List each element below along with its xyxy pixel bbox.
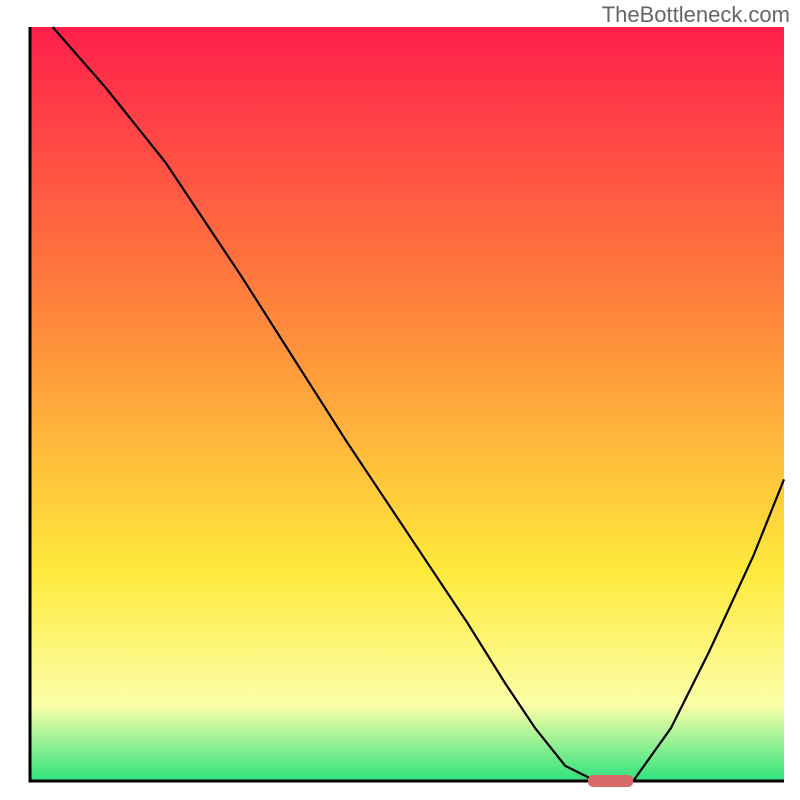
watermark-text: TheBottleneck.com bbox=[602, 2, 790, 28]
optimum-marker bbox=[588, 775, 633, 787]
bottleneck-chart bbox=[0, 0, 800, 800]
chart-container: TheBottleneck.com bbox=[0, 0, 800, 800]
plot-background-gradient bbox=[30, 27, 784, 781]
